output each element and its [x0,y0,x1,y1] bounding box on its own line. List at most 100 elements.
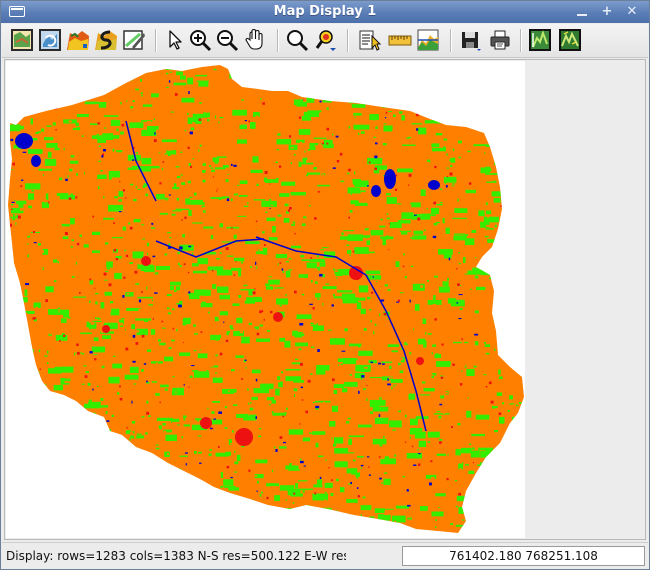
display-map-button[interactable] [10,28,34,52]
land-cover-speckle [80,400,82,403]
urban-pixel [24,367,28,371]
vegetation-patch [377,514,386,520]
vegetation-patch [256,338,270,342]
vegetation-patch [455,524,468,527]
query-button[interactable] [358,28,382,52]
maximize-button[interactable]: + [597,3,617,20]
zoom-in-button[interactable] [188,28,212,52]
land-cover-speckle [103,105,106,107]
land-cover-speckle [85,510,89,513]
land-cover-speckle [335,304,339,306]
vegetation-patch [32,430,36,437]
pan-button[interactable] [243,28,267,52]
vegetation-patch [340,487,345,493]
land-cover-speckle [322,173,325,177]
erase-button[interactable] [122,28,146,52]
land-cover-speckle [165,198,168,201]
overlay-raster-button[interactable] [66,28,90,52]
land-cover-speckle [330,160,334,163]
vegetation-patch [522,224,524,229]
land-cover-speckle [364,366,368,369]
land-cover-speckle [400,218,402,220]
land-cover-speckle [264,491,269,495]
title-bar[interactable]: Map Display 1 + ✕ [1,1,649,23]
urban-pixel [459,383,463,386]
lake [384,169,396,189]
overlay-vector-button[interactable] [94,28,118,52]
land-cover-speckle [507,149,511,151]
land-cover-speckle [157,473,161,476]
land-cover-speckle [167,148,172,151]
vegetation-patch [523,150,524,157]
save-button[interactable] [458,28,482,52]
measure-button[interactable] [388,28,412,52]
vegetation-patch [334,448,349,454]
land-cover-speckle [182,142,185,146]
land-cover-speckle [295,448,298,452]
vegetation-patch [392,515,406,523]
water-pixel [231,163,233,166]
land-cover-speckle [206,179,210,183]
minimize-button[interactable] [572,3,592,20]
land-cover-speckle [181,436,184,439]
land-cover-speckle [30,373,35,376]
vegetation-patch [185,198,191,205]
vegetation-patch [480,462,494,466]
land-cover-speckle [456,501,458,505]
land-cover-speckle [404,343,408,346]
land-cover-speckle [64,527,68,531]
print-icon [490,30,510,50]
urban-pixel [11,95,13,97]
land-cover-speckle [101,98,104,101]
land-cover-speckle [359,80,362,83]
land-cover-speckle [446,442,448,445]
land-cover-speckle [164,253,168,256]
zoom-out-button[interactable] [215,28,239,52]
vegetation-patch [333,384,345,388]
land-cover-speckle [479,100,484,104]
vegetation-patch [423,536,429,537]
land-cover-speckle [111,414,114,417]
vegetation-patch [514,143,517,145]
urban-pixel [279,436,283,439]
map-canvas[interactable] [6,61,525,538]
water-pixel [154,292,158,294]
land-cover-speckle [216,258,220,260]
urban-pixel [167,490,169,492]
nviz-button[interactable] [558,28,582,52]
land-cover-speckle [76,192,78,195]
digitize-button[interactable] [528,28,552,52]
pointer-button[interactable] [163,28,187,52]
land-cover-speckle [281,371,283,374]
vegetation-patch [502,444,505,449]
land-cover-speckle [132,100,135,102]
vegetation-patch [324,482,333,488]
land-cover-speckle [413,152,416,156]
vegetation-patch [411,428,423,432]
water-pixel [138,299,142,303]
land-cover-speckle [307,130,311,132]
vegetation-patch [76,173,78,176]
profile-button[interactable] [416,28,440,52]
land-cover-speckle [439,201,443,204]
vegetation-patch [212,400,220,403]
urban-pixel [289,135,292,138]
vegetation-patch [469,490,479,493]
vegetation-patch [268,237,278,241]
close-button[interactable]: ✕ [622,3,642,20]
zoom-menu-button[interactable] [314,28,338,52]
land-cover-speckle [271,411,274,414]
vegetation-patch [55,334,68,341]
urban-pixel [92,215,95,218]
query-icon [359,30,382,51]
land-cover-speckle [57,307,61,309]
land-cover-speckle [304,294,307,298]
land-cover-speckle [484,380,489,382]
land-cover-speckle [11,310,14,313]
urban-pixel [77,351,80,355]
vegetation-patch [236,454,241,461]
redraw-button[interactable] [38,28,62,52]
urban-pixel [187,146,190,149]
zoom-back-button[interactable] [285,28,309,52]
print-button[interactable] [488,28,512,52]
